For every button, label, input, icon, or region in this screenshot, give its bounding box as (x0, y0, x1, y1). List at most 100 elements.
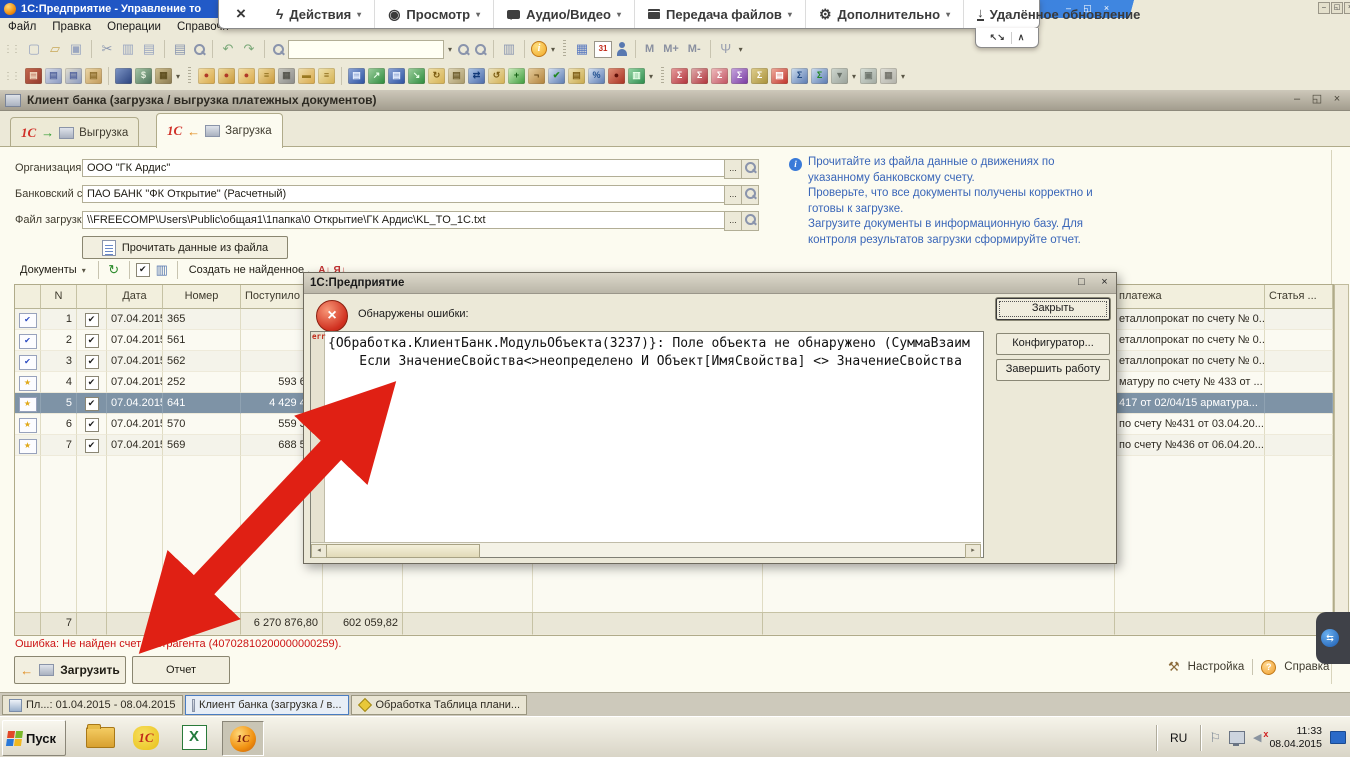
module-green-icon[interactable]: ▥ (628, 68, 645, 84)
service-settings-icon[interactable]: Ψ (717, 40, 735, 58)
doc-coin-icon[interactable]: ▤ (448, 68, 465, 84)
table-icon[interactable]: ▦ (880, 68, 897, 84)
export-icon[interactable]: ↗ (368, 68, 385, 84)
client-doc2-icon[interactable]: ▤ (388, 68, 405, 84)
row-checkbox[interactable]: ✔ (85, 313, 99, 327)
mdi-tab-payments[interactable]: Пл...: 01.04.2015 - 08.04.2015 (2, 695, 183, 715)
person-red-icon[interactable]: ● (608, 68, 625, 84)
scroll-thumb[interactable] (326, 544, 480, 558)
memory-plus-button[interactable]: M+ (660, 43, 682, 55)
row-checkbox[interactable]: ✔ (85, 397, 99, 411)
clock[interactable]: 11:33 08.04.2015 (1269, 725, 1322, 751)
report-sum1-icon[interactable]: Σ (671, 68, 688, 84)
file-lookup-button[interactable] (741, 211, 759, 231)
volume-muted-icon[interactable]: ◀x (1253, 731, 1261, 744)
org-dots-button[interactable]: ... (724, 159, 742, 179)
column-header[interactable]: платежа (1115, 285, 1265, 309)
docwin-restore-button[interactable]: ◱ (1310, 92, 1324, 106)
quicklaunch-1c-v7[interactable]: 1С (126, 721, 166, 754)
account-field[interactable] (82, 185, 726, 203)
docwin-close-button[interactable]: × (1330, 92, 1344, 106)
error-details-area[interactable]: err {Обработка.КлиентБанк.МодульОбъекта(… (310, 331, 984, 558)
remote-extras-menu[interactable]: ⚙ Дополнительно ▾ (806, 0, 964, 28)
remote-tray-icon[interactable] (1330, 731, 1346, 744)
cut-icon[interactable]: ✂ (98, 40, 116, 58)
money-book-icon[interactable]: $ (135, 68, 152, 84)
coins-icon[interactable]: ≡ (318, 68, 335, 84)
report-sum3-icon[interactable]: Σ (711, 68, 728, 84)
chevron-down-icon[interactable]: ▾ (175, 72, 181, 81)
row-checkbox[interactable]: ✔ (85, 355, 99, 369)
create-missing-button[interactable]: Создать не найденное . (184, 263, 315, 277)
settings-link[interactable]: Настройка (1188, 661, 1245, 673)
stamp-icon[interactable]: ▣ (860, 68, 877, 84)
load-button[interactable]: ← Загрузить (14, 656, 126, 684)
scroll-left-button[interactable]: ◂ (311, 544, 327, 558)
calculator-icon[interactable]: ▦ (573, 40, 591, 58)
network-tray-icon[interactable] (1229, 731, 1245, 744)
user-lock-icon[interactable] (615, 41, 629, 57)
column-header[interactable]: N (41, 285, 77, 309)
tab-vygruzka[interactable]: 1С → Выгрузка (10, 117, 139, 147)
undo-icon[interactable]: ↶ (219, 40, 237, 58)
mdi-minimize-button[interactable]: – (1318, 2, 1330, 14)
supplier-payment-icon[interactable]: ≡ (258, 68, 275, 84)
find-prev-icon[interactable] (473, 42, 487, 57)
column-header[interactable]: Дата (107, 285, 163, 309)
refresh-icon[interactable]: ↻ (105, 261, 123, 279)
memory-button[interactable]: M (642, 43, 657, 55)
org-field[interactable] (82, 159, 726, 177)
row-checkbox[interactable]: ✔ (85, 376, 99, 390)
configurator-button[interactable]: Конфигуратор... (996, 333, 1110, 355)
counterparties-icon[interactable] (115, 68, 132, 84)
mdi-tab-bank-client[interactable]: Клиент банка (загрузка / в... (185, 695, 349, 715)
column-header[interactable] (15, 285, 41, 309)
menu-edit[interactable]: Правка (52, 21, 91, 33)
account-dots-button[interactable]: ... (724, 185, 742, 205)
chevron-down-icon[interactable]: ▾ (550, 45, 556, 54)
row-checkbox[interactable]: ✔ (85, 334, 99, 348)
remote-update-button[interactable]: ↓ Удалённое обновление (964, 0, 1153, 28)
report-button[interactable]: Отчет (132, 656, 230, 684)
print-invoice-icon[interactable]: ▤ (85, 68, 102, 84)
calendar-icon[interactable]: 31 (594, 41, 612, 58)
account-lookup-button[interactable] (741, 185, 759, 205)
copy-stack-icon[interactable]: ▥ (500, 40, 518, 58)
find-next-icon[interactable] (456, 42, 470, 57)
quicklaunch-1c-v8[interactable]: 1С (222, 721, 264, 756)
exit-app-button[interactable]: Завершить работу (996, 359, 1110, 381)
copy-icon[interactable]: ▥ (119, 40, 137, 58)
print-icon[interactable]: ▤ (171, 40, 189, 58)
report-sum2-icon[interactable]: Σ (691, 68, 708, 84)
chevron-down-icon[interactable]: ▾ (447, 45, 453, 54)
salary-icon[interactable]: ▬ (298, 68, 315, 84)
remote-session-side-tab[interactable]: ⇆ (1316, 612, 1350, 664)
docwin-minimize-button[interactable]: – (1290, 92, 1304, 106)
quicklaunch-folder[interactable] (80, 721, 120, 754)
file-field[interactable] (82, 211, 726, 229)
row-checkbox[interactable]: ✔ (85, 439, 99, 453)
customer-payment-icon[interactable]: ● (198, 68, 215, 84)
remote-close-button[interactable]: × (219, 4, 263, 24)
mdi-close-button[interactable]: × (1344, 2, 1350, 14)
ink-icon[interactable]: ▼ (831, 68, 848, 84)
info-icon[interactable]: i (531, 41, 547, 57)
remote-view-menu[interactable]: ◉ Просмотр ▾ (375, 0, 494, 28)
menu-file[interactable]: Файл (8, 21, 36, 33)
open-icon[interactable]: ▱ (46, 40, 64, 58)
org-lookup-button[interactable] (741, 159, 759, 179)
paste-icon[interactable]: ▤ (140, 40, 158, 58)
report-check-icon[interactable]: Σ (811, 68, 828, 84)
mdi-tab-processing[interactable]: Обработка Таблица плани... (351, 695, 528, 715)
doc-approve-icon[interactable]: ✔ (548, 68, 565, 84)
close-dialog-button[interactable]: Закрыть (996, 298, 1110, 320)
save-icon[interactable]: ▣ (67, 40, 85, 58)
remote-actions-menu[interactable]: ϟ Действия ▾ (263, 0, 375, 28)
chevron-down-icon[interactable]: ▾ (851, 72, 857, 81)
cash-register-icon[interactable]: ▦ (155, 68, 172, 84)
report-cube-icon[interactable]: Σ (731, 68, 748, 84)
table-vertical-scrollbar[interactable] (1334, 284, 1349, 636)
import-icon[interactable]: ↘ (408, 68, 425, 84)
row-checkbox[interactable]: ✔ (85, 418, 99, 432)
doc-percent-icon[interactable]: % (588, 68, 605, 84)
